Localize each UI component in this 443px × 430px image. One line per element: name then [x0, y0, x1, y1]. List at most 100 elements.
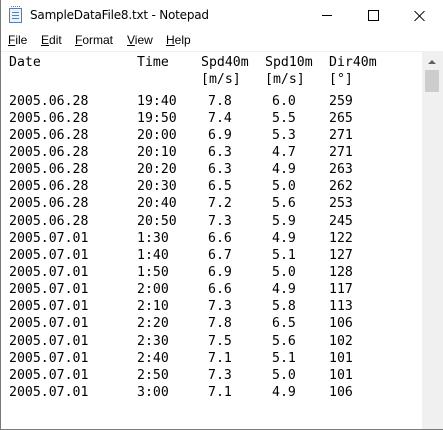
cell-spd10m: 4.9: [272, 162, 296, 178]
title-bar[interactable]: SampleDataFile8.txt - Notepad: [1, 0, 443, 31]
maximize-button[interactable]: [350, 0, 396, 31]
cell-time: 2:10: [137, 299, 169, 315]
cell-time: 2:40: [137, 350, 169, 366]
unit-spd40m: [m/s]: [201, 72, 241, 88]
cell-spd10m: 5.0: [272, 265, 296, 280]
cell-dir40m: 101: [329, 350, 353, 366]
cell-date: 2005.06.28: [9, 179, 89, 195]
cell-time: 20:40: [137, 196, 177, 212]
cell-date: 2005.07.01: [9, 367, 89, 383]
menu-file[interactable]: File: [8, 33, 27, 47]
cell-date: 2005.07.01: [9, 247, 89, 263]
cell-dir40m: 122: [329, 230, 353, 246]
cell-time: 2:00: [137, 282, 169, 298]
cell-date: 2005.06.28: [9, 93, 89, 109]
cell-date: 2005.06.28: [9, 213, 89, 229]
cell-spd40m: 6.9: [208, 127, 232, 143]
close-button[interactable]: [396, 0, 442, 31]
cell-dir40m: 271: [329, 144, 353, 160]
cell-spd10m: 5.0: [272, 367, 296, 383]
header-date: Date: [9, 55, 41, 70]
menu-bar: File Edit Format View Help: [1, 31, 443, 52]
cell-time: 2:50: [137, 367, 169, 383]
cell-spd40m: 6.3: [208, 144, 232, 160]
cell-spd40m: 7.1: [208, 385, 232, 401]
cell-time: 1:50: [137, 265, 169, 280]
unit-spd10m: [m/s]: [265, 72, 305, 88]
cell-date: 2005.06.28: [9, 127, 89, 143]
cell-spd40m: 6.7: [208, 247, 232, 263]
cell-dir40m: 265: [329, 110, 353, 126]
cell-time: 20:50: [137, 213, 177, 229]
cell-time: 2:20: [137, 316, 169, 332]
minimize-button[interactable]: [304, 0, 350, 31]
cell-spd40m: 7.8: [208, 93, 232, 109]
minimize-icon: [322, 15, 332, 16]
scroll-up-arrow-icon[interactable]: [428, 60, 436, 64]
cell-spd40m: 6.9: [208, 265, 232, 280]
cell-date: 2005.07.01: [9, 265, 89, 280]
cell-spd40m: 6.3: [208, 162, 232, 178]
cell-date: 2005.06.28: [9, 162, 89, 178]
cell-time: 20:00: [137, 127, 177, 143]
cell-spd40m: 7.3: [208, 367, 232, 383]
cell-spd10m: 5.5: [272, 110, 296, 126]
menu-edit[interactable]: Edit: [41, 33, 62, 47]
cell-dir40m: 113: [329, 299, 353, 315]
maximize-icon: [367, 10, 379, 21]
menu-view[interactable]: View: [127, 33, 153, 47]
cell-spd40m: 7.2: [208, 196, 232, 212]
header-spd10m: Spd10m: [265, 55, 313, 70]
cell-date: 2005.07.01: [9, 299, 89, 315]
cell-spd40m: 7.3: [208, 299, 232, 315]
cell-date: 2005.07.01: [9, 350, 89, 366]
cell-dir40m: 245: [329, 213, 353, 229]
cell-date: 2005.07.01: [9, 230, 89, 246]
cell-date: 2005.07.01: [9, 385, 89, 401]
cell-time: 19:50: [137, 110, 177, 126]
cell-time: 2:30: [137, 333, 169, 349]
cell-dir40m: 128: [329, 265, 353, 280]
notepad-icon: [9, 6, 22, 23]
cell-spd10m: 4.9: [272, 282, 296, 298]
cell-spd40m: 7.5: [208, 333, 232, 349]
cell-date: 2005.07.01: [9, 333, 89, 349]
cell-spd10m: 5.1: [272, 350, 296, 366]
text-editor-area[interactable]: Date Time Spd40m Spd10m Dir40m [m/s] [m/…: [2, 52, 422, 429]
window-title: SampleDataFile8.txt - Notepad: [30, 8, 209, 22]
menu-format[interactable]: Format: [75, 33, 113, 47]
cell-spd40m: 7.4: [208, 110, 232, 126]
header-spd40m: Spd40m: [201, 55, 249, 70]
cell-time: 20:10: [137, 144, 177, 160]
cell-spd10m: 5.9: [272, 213, 296, 229]
vertical-scrollbar[interactable]: [422, 52, 443, 429]
cell-spd10m: 5.1: [272, 247, 296, 263]
cell-time: 20:30: [137, 179, 177, 195]
cell-spd10m: 5.6: [272, 333, 296, 349]
cell-spd10m: 5.3: [272, 127, 296, 143]
scrollbar-thumb[interactable]: [425, 70, 439, 92]
cell-dir40m: 102: [329, 333, 353, 349]
cell-dir40m: 127: [329, 247, 353, 263]
cell-spd40m: 7.1: [208, 350, 232, 366]
header-line: Date Time Spd40m Spd10m Dir40m: [9, 54, 377, 71]
header-dir40m: Dir40m: [329, 55, 377, 70]
cell-dir40m: 259: [329, 93, 353, 109]
cell-spd10m: 4.7: [272, 144, 296, 160]
cell-spd10m: 6.0: [272, 93, 296, 109]
unit-dir40m: [°]: [329, 72, 353, 88]
cell-time: 3:00: [137, 385, 169, 401]
close-icon: [413, 10, 425, 22]
units-line: [m/s] [m/s] [°]: [9, 71, 353, 88]
cell-date: 2005.06.28: [9, 196, 89, 212]
menu-help[interactable]: Help: [166, 33, 191, 47]
cell-dir40m: 263: [329, 162, 353, 178]
cell-spd40m: 6.5: [208, 179, 232, 195]
cell-dir40m: 106: [329, 316, 353, 332]
cell-spd10m: 4.9: [272, 230, 296, 246]
cell-spd40m: 6.6: [208, 282, 232, 298]
cell-dir40m: 253: [329, 196, 353, 212]
cell-time: 19:40: [137, 93, 177, 109]
cell-spd10m: 5.6: [272, 196, 296, 212]
cell-spd10m: 6.5: [272, 316, 296, 332]
